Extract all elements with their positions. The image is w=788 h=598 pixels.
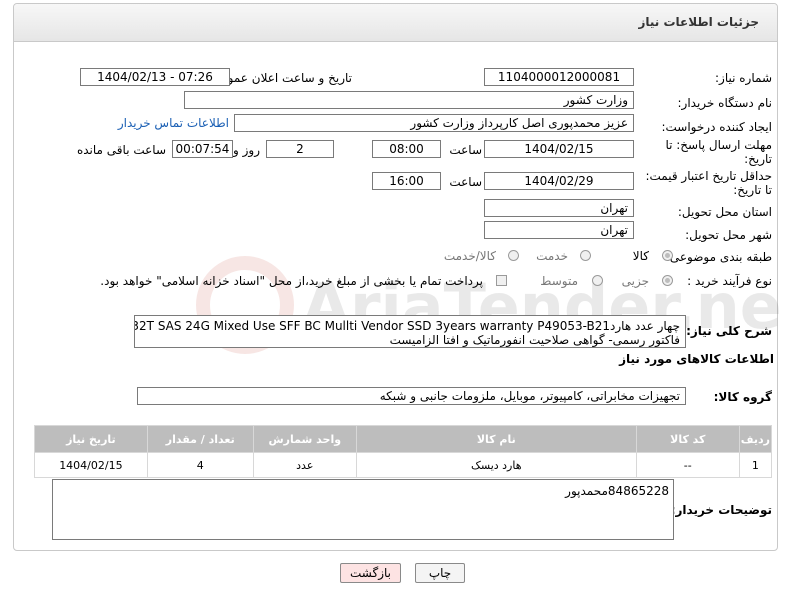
table-row[interactable]: 1 -- هارد دیسک عدد 4 1404/02/15 [34, 452, 773, 478]
description-label: شرح کلی نیاز: [686, 324, 772, 338]
process-radio-medium[interactable] [592, 275, 603, 286]
deadline-label-2: تاریخ: [744, 152, 772, 166]
deadline-label-1: مهلت ارسال پاسخ: تا [665, 138, 772, 152]
process-radio-minor[interactable] [662, 275, 673, 286]
validity-date-field[interactable]: 1404/02/29 [484, 172, 634, 190]
panel-header: جزئیات اطلاعات نیاز [14, 4, 777, 42]
deadline-date-field[interactable]: 1404/02/15 [484, 140, 634, 158]
category-radio-service[interactable] [580, 250, 591, 261]
cell-code: -- [635, 452, 740, 478]
days-field[interactable]: 2 [266, 140, 334, 158]
buyer-org-field[interactable]: وزارت کشور [184, 91, 634, 109]
remaining-label: ساعت باقی مانده [76, 143, 166, 157]
buyer-notes-textarea[interactable]: 84865228محمدپور [52, 479, 674, 540]
goods-group-field[interactable]: تجهیزات مخابراتی، کامپیوتر، موبایل، ملزو… [137, 387, 686, 405]
cell-row-number: 1 [738, 452, 773, 478]
back-button[interactable]: بازگشت [340, 563, 401, 583]
city-label: شهر محل تحویل: [685, 228, 772, 242]
validity-label-2: تا تاریخ: [733, 183, 772, 197]
goods-table-header: ردیف کد کالا نام کالا واحد شمارش تعداد /… [34, 425, 773, 453]
description-line-2: فاکتور رسمی- گواهی صلاحیت انفورماتیک و ا… [389, 333, 680, 347]
goods-section-title: اطلاعات کالاهای مورد نیاز [619, 352, 774, 366]
creator-field[interactable]: عزیز محمدپوری اصل کارپرداز وزارت کشور [234, 114, 634, 132]
payment-note: پرداخت تمام یا بخشی از مبلغ خرید،از محل … [100, 274, 483, 288]
contact-info-link[interactable]: اطلاعات تماس خریدار [118, 116, 229, 130]
validity-label-1: حداقل تاریخ اعتبار قیمت: [645, 169, 772, 183]
need-number-label: شماره نیاز: [715, 71, 772, 85]
buyer-notes-text: 84865228محمدپور [565, 484, 669, 498]
process-label: نوع فرآیند خرید : [687, 274, 772, 288]
category-option-both: کالا/خدمت [443, 249, 496, 263]
days-label: روز و [233, 143, 260, 157]
process-option-medium: متوسط [540, 274, 578, 288]
creator-label: ایجاد کننده درخواست: [661, 120, 772, 134]
province-field[interactable]: تهران [484, 199, 634, 217]
col-header-quantity: تعداد / مقدار [146, 425, 254, 453]
col-header-need-date: تاریخ نیاز [34, 425, 148, 453]
cell-need-date: 1404/02/15 [34, 452, 148, 478]
province-label: استان محل تحویل: [677, 205, 772, 219]
deadline-time-field[interactable]: 08:00 [372, 140, 441, 158]
need-number-field[interactable]: 1104000012000081 [484, 68, 634, 86]
remaining-time-field[interactable]: 00:07:54 [172, 140, 233, 158]
description-textarea[interactable]: چهار عدد هاردHPE3.32T SAS 24G Mixed Use … [134, 315, 686, 348]
category-label: طبقه بندی موضوعی: [665, 250, 772, 264]
goods-group-label: گروه کالا: [713, 390, 772, 404]
treasury-payment-checkbox[interactable] [496, 275, 507, 286]
description-line-1: چهار عدد هاردHPE3.32T SAS 24G Mixed Use … [135, 319, 680, 333]
buyer-notes-label: توضیحات خریدار: [670, 503, 772, 517]
cell-unit: عدد [252, 452, 357, 478]
process-option-minor: جزیی [621, 274, 649, 288]
col-header-name: نام کالا [355, 425, 637, 453]
validity-time-label: ساعت [449, 175, 482, 189]
buyer-org-label: نام دستگاه خریدار: [677, 96, 773, 110]
category-option-service: خدمت [536, 249, 568, 263]
deadline-time-label: ساعت [449, 143, 482, 157]
page-title: جزئیات اطلاعات نیاز [638, 15, 759, 29]
category-radio-goods[interactable] [662, 250, 673, 261]
goods-table: ردیف کد کالا نام کالا واحد شمارش تعداد /… [34, 425, 773, 478]
cell-name: هارد دیسک [355, 452, 637, 478]
announce-field[interactable]: 1404/02/13 - 07:26 [80, 68, 230, 86]
city-field[interactable]: تهران [484, 221, 634, 239]
print-button[interactable]: چاپ [415, 563, 465, 583]
category-option-goods: کالا [632, 249, 649, 263]
cell-quantity: 4 [146, 452, 254, 478]
col-header-code: کد کالا [635, 425, 740, 453]
validity-time-field[interactable]: 16:00 [372, 172, 441, 190]
col-header-row-number: ردیف [738, 425, 773, 453]
col-header-unit: واحد شمارش [252, 425, 357, 453]
category-radio-both[interactable] [508, 250, 519, 261]
